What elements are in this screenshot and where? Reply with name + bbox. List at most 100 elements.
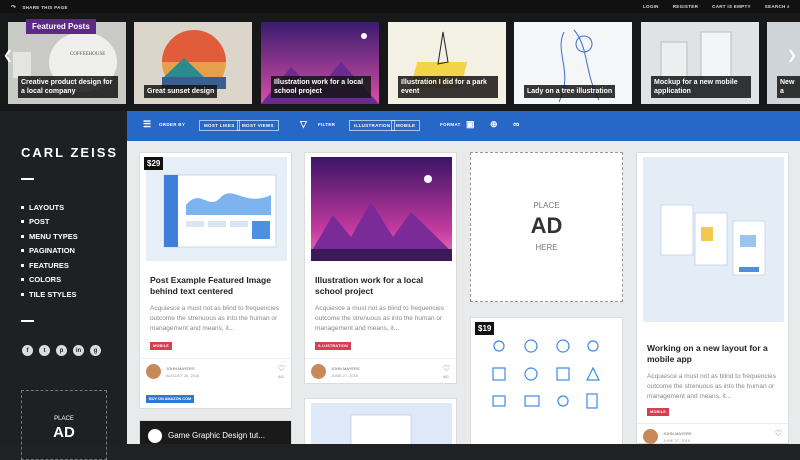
author-name[interactable]: JOHN MAYERS — [166, 366, 195, 371]
post-excerpt: Acquiesce a must not as blind to frequen… — [150, 305, 279, 332]
post-card[interactable] — [304, 398, 457, 444]
link-format-icon[interactable]: ∞ — [513, 119, 520, 129]
avatar[interactable] — [146, 364, 161, 379]
carousel-prev-button[interactable]: ❮ — [0, 45, 16, 65]
post-meta: JOHN MAYERS JUNE 27, 2016 ♡ 641 — [305, 358, 456, 382]
post-card[interactable]: $29 Post Example Featured Image behind t… — [139, 152, 292, 409]
heart-icon[interactable]: ♡ — [775, 429, 782, 438]
like-count: 641 — [443, 375, 449, 379]
category-tag[interactable]: MOBILE — [150, 342, 172, 350]
post-thumbnail[interactable] — [146, 157, 287, 261]
bullet-icon — [21, 263, 24, 267]
post-excerpt: Acquiesce a must not as blind to frequen… — [647, 373, 776, 400]
post-thumbnail[interactable] — [311, 157, 452, 261]
share-label: SHARE THIS PAGE — [22, 5, 68, 10]
ad-place-label: PLACE — [533, 201, 560, 210]
avatar[interactable] — [643, 429, 658, 444]
price-badge: $29 — [144, 157, 164, 170]
login-link[interactable]: LOGIN — [643, 4, 659, 9]
register-link[interactable]: REGISTER — [673, 4, 698, 9]
featured-slide[interactable]: Mockup for a new mobile application — [641, 22, 759, 104]
twitter-icon[interactable]: t — [39, 345, 50, 356]
bullet-icon — [21, 278, 24, 282]
slide-caption: Great sunset design — [144, 85, 218, 98]
filter-mobile-button[interactable]: MOBILE — [391, 120, 421, 131]
post-card[interactable]: Working on a new layout for a mobile app… — [636, 152, 789, 444]
video-card[interactable]: Game Graphic Design tut... — [139, 420, 292, 444]
sidebar-item-pagination[interactable]: PAGINATION — [21, 244, 78, 259]
sort-most-views-button[interactable]: MOST VIEWS — [237, 120, 279, 131]
slide-caption: Lady on a tree illustration — [524, 85, 616, 98]
post-date: JUNE 27, 2016 — [331, 373, 359, 378]
carousel-next-button[interactable]: ❯ — [784, 45, 800, 65]
avatar[interactable] — [311, 364, 326, 379]
search-format-icon[interactable]: ⊕ — [490, 119, 498, 130]
ad-placeholder[interactable]: PLACE AD HERE — [470, 152, 623, 302]
sort-most-likes-button[interactable]: MOST LIKES — [199, 120, 240, 131]
facebook-icon[interactable]: f — [22, 345, 33, 356]
ad-label: AD — [530, 213, 563, 238]
sidebar-item-tile-styles[interactable]: TILE STYLES — [21, 287, 78, 302]
post-thumbnail[interactable] — [643, 157, 784, 322]
top-bar: ↷ SHARE THIS PAGE LOGIN REGISTER CART IS… — [0, 0, 800, 13]
bullet-icon — [21, 220, 24, 224]
svg-text:COFFEEHOUSE: COFFEEHOUSE — [70, 52, 105, 57]
sidebar-item-features[interactable]: FEATURES — [21, 258, 78, 273]
like-count: 641 — [278, 375, 284, 379]
category-tag[interactable]: ILLUSTRATION — [315, 342, 351, 350]
featured-slide[interactable]: Great sunset design — [134, 22, 252, 104]
bullet-icon — [21, 234, 24, 238]
post-title[interactable]: Post Example Featured Image behind text … — [150, 275, 284, 297]
featured-slide[interactable]: COFFEEHOUSE Creative product design for … — [8, 22, 126, 104]
list-icon: ☰ — [143, 119, 152, 129]
heart-icon[interactable]: ♡ — [278, 364, 285, 373]
bullet-icon — [21, 249, 24, 253]
post-title[interactable]: Working on a new layout for a mobile app — [647, 343, 781, 365]
heart-icon[interactable]: ♡ — [443, 364, 450, 373]
ad-here-label: HERE — [535, 243, 558, 252]
pinterest-icon[interactable]: p — [56, 345, 67, 356]
cart-link[interactable]: CART IS EMPTY — [712, 4, 751, 9]
ad-place-label: PLACE — [54, 416, 74, 422]
format-label: FORMAT — [440, 122, 461, 127]
sidebar-nav: LAYOUTS POST MENU TYPES PAGINATION FEATU… — [21, 200, 78, 302]
slide-caption: Creative product design for a local comp… — [18, 76, 118, 98]
post-meta: JOHN MAYERS JUNE 27, 2016 ♡ — [637, 423, 788, 444]
post-date: AUGUST 26, 2016 — [166, 373, 200, 378]
search-icon: ⌕ — [787, 4, 790, 9]
sidebar-ad[interactable]: PLACE AD — [21, 390, 107, 460]
sidebar-item-post[interactable]: POST — [21, 215, 78, 230]
post-card[interactable]: Illustration work for a local school pro… — [304, 152, 457, 384]
filter-illustration-button[interactable]: ILLUSTRATION — [349, 120, 396, 131]
image-format-icon[interactable]: ▣ — [466, 119, 475, 130]
sidebar: CARL ZEISS LAYOUTS POST MENU TYPES PAGIN… — [0, 111, 127, 460]
icons-illustration[interactable] — [487, 336, 607, 426]
sidebar-item-menu-types[interactable]: MENU TYPES — [21, 229, 78, 244]
posts-grid: $29 Post Example Featured Image behind t… — [127, 141, 800, 444]
post-card[interactable]: $19 — [470, 317, 623, 444]
sidebar-item-layouts[interactable]: LAYOUTS — [21, 200, 78, 215]
share-icon: ↷ — [11, 5, 17, 11]
author-name[interactable]: JOHN MAYERS — [663, 431, 692, 436]
sidebar-item-colors[interactable]: COLORS — [21, 273, 78, 288]
share-link[interactable]: ↷ SHARE THIS PAGE — [11, 4, 68, 11]
featured-slide[interactable]: Lady on a tree illustration — [514, 22, 632, 104]
video-title[interactable]: Game Graphic Design tut... — [168, 431, 265, 440]
buy-on-amazon-button[interactable]: BUY ON AMAZON.COM — [146, 395, 195, 403]
chevron-right-icon: ❯ — [786, 48, 798, 62]
featured-slide[interactable]: Illustration work for a local school pro… — [261, 22, 379, 104]
slide-caption: Illustration I did for a park event — [398, 76, 498, 98]
author-name[interactable]: JOHN MAYERS — [331, 366, 360, 371]
filter-icon: ▽ — [300, 119, 308, 129]
slide-caption: Mockup for a new mobile application — [651, 76, 751, 98]
filter-bar: ☰ ORDER BY MOST LIKES MOST VIEWS ▽ FILTE… — [127, 111, 800, 141]
post-title[interactable]: Illustration work for a local school pro… — [315, 275, 449, 297]
featured-slide[interactable]: Illustration I did for a park event — [388, 22, 506, 104]
post-excerpt: Acquiesce a must not as blind to frequen… — [315, 305, 444, 332]
site-brand[interactable]: CARL ZEISS — [21, 145, 118, 160]
bullet-icon — [21, 292, 24, 296]
search-link[interactable]: SEARCH ⌕ — [765, 4, 790, 9]
google-icon[interactable]: g — [90, 345, 101, 356]
linkedin-icon[interactable]: in — [73, 345, 84, 356]
category-tag[interactable]: MOBILE — [647, 408, 669, 416]
